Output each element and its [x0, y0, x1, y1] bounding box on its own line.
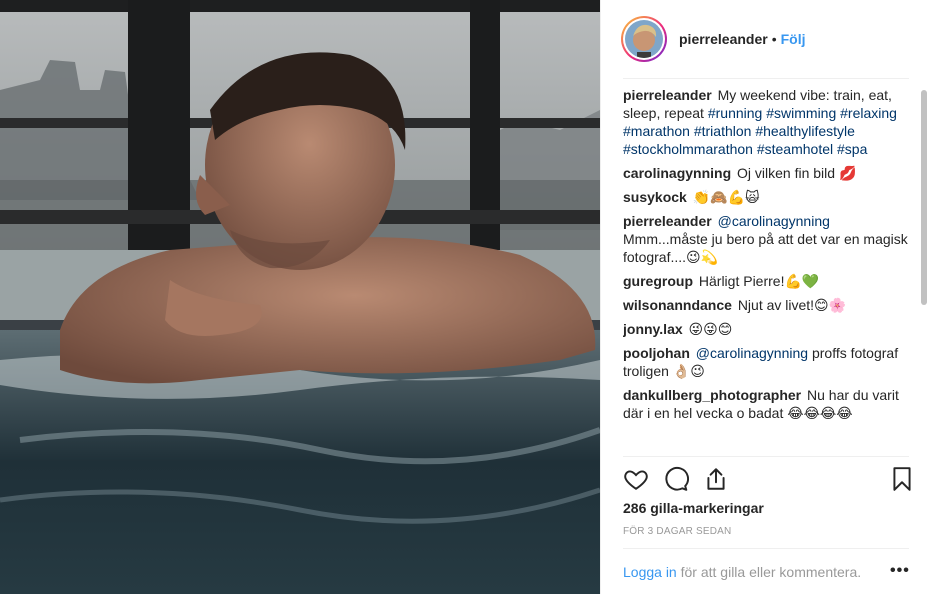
comment-item: dankullberg_photographer Nu har du varit… [623, 386, 913, 422]
comment-text: Oj vilken fin bild 💋 [737, 165, 857, 181]
comment-text: Mmm...måste ju bero på att det var en ma… [623, 231, 908, 265]
comment-item: wilsonanndance Njut av livet!😊🌸 [623, 296, 913, 314]
post-photo[interactable] [0, 0, 600, 594]
hashtag[interactable]: #marathon [623, 123, 690, 139]
hashtag[interactable]: #swimming [766, 105, 836, 121]
comment-text: Härligt Pierre!💪💚 [698, 273, 820, 289]
comment-item: jonny.lax 😜😜😊 [623, 320, 913, 338]
comment-username[interactable]: pooljohan [623, 345, 690, 361]
comment-username[interactable]: pierreleander [623, 213, 712, 229]
comment-username[interactable]: guregroup [623, 273, 693, 289]
comment-text: 👏🙈💪🙀 [692, 189, 760, 205]
author-username[interactable]: pierreleander [679, 31, 768, 47]
hashtag[interactable]: #stockholmmarathon [623, 141, 753, 157]
hashtag[interactable]: #healthylifestyle [755, 123, 855, 139]
post-header: pierreleander • Följ [601, 0, 931, 78]
comment-item: carolinagynning Oj vilken fin bild 💋 [623, 164, 913, 182]
comment-icon[interactable] [663, 466, 689, 492]
likes-count[interactable]: 286 gilla-markeringar [623, 500, 764, 516]
author-avatar[interactable] [621, 16, 667, 62]
comment-username[interactable]: dankullberg_photographer [623, 387, 801, 403]
comment-text: 😜😜😊 [688, 321, 733, 337]
post-sidebar: pierreleander • Följ pierreleander My we… [600, 0, 931, 594]
bottom-divider [623, 548, 909, 549]
post-timestamp[interactable]: FÖR 3 DAGAR SEDAN [623, 526, 731, 537]
login-link[interactable]: Logga in [623, 564, 677, 580]
action-bar [623, 464, 913, 494]
follow-button[interactable]: Följ [781, 31, 806, 47]
caption-username[interactable]: pierreleander [623, 87, 712, 103]
hashtag[interactable]: #steamhotel [757, 141, 833, 157]
post: pierreleander • Följ pierreleander My we… [0, 0, 931, 594]
photo-illustration [0, 0, 600, 594]
comment-text: Njut av livet!😊🌸 [737, 297, 847, 313]
comment-mention[interactable]: @carolinagynning [718, 213, 830, 229]
bookmark-icon[interactable] [889, 466, 915, 492]
share-icon[interactable] [703, 466, 729, 492]
login-text: för att gilla eller kommentera. [680, 564, 862, 580]
hashtag[interactable]: #running [708, 105, 763, 121]
comment-username[interactable]: wilsonanndance [623, 297, 732, 313]
comment-item: guregroup Härligt Pierre!💪💚 [623, 272, 913, 290]
comments-scrollbar[interactable] [921, 90, 927, 305]
header-divider [623, 78, 909, 79]
login-prompt: Logga in för att gilla eller kommentera. [623, 564, 861, 580]
comment-item: susykock 👏🙈💪🙀 [623, 188, 913, 206]
hashtag[interactable]: #relaxing [840, 105, 897, 121]
actions-divider [623, 456, 909, 457]
avatar-image [625, 20, 663, 58]
comment-username[interactable]: jonny.lax [623, 321, 683, 337]
comment-item: pierreleander @carolinagynning Mmm...mås… [623, 212, 913, 266]
caption: pierreleander My weekend vibe: train, ea… [623, 86, 913, 158]
comment-mention[interactable]: @carolinagynning [696, 345, 808, 361]
separator-dot: • [771, 31, 777, 47]
more-options-icon[interactable]: ••• [890, 562, 910, 580]
comments-list[interactable]: pierreleander My weekend vibe: train, ea… [623, 86, 913, 456]
comment-item: pooljohan @carolinagynning proffs fotogr… [623, 344, 913, 380]
heart-icon[interactable] [623, 466, 649, 492]
hashtag[interactable]: #spa [837, 141, 867, 157]
comment-username[interactable]: susykock [623, 189, 687, 205]
hashtag[interactable]: #triathlon [694, 123, 752, 139]
comment-username[interactable]: carolinagynning [623, 165, 731, 181]
